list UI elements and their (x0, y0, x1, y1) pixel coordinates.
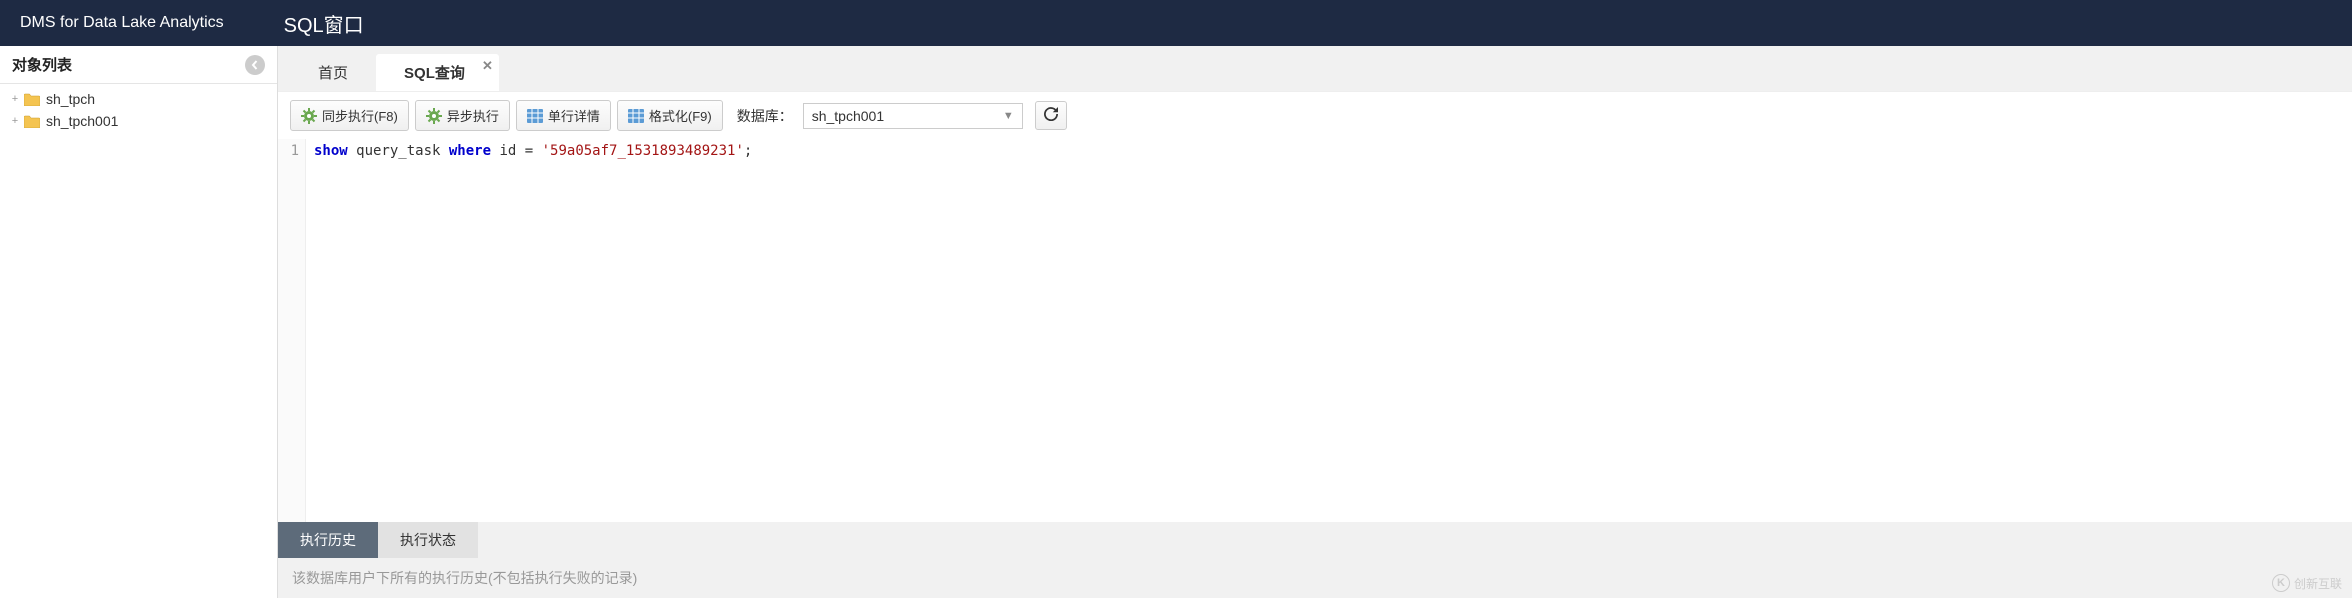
folder-icon (24, 115, 40, 128)
row-detail-button[interactable]: 单行详情 (516, 100, 611, 131)
sidebar-header: 对象列表 (0, 46, 277, 84)
tab-exec-history[interactable]: 执行历史 (278, 522, 378, 558)
sql-keyword: show (314, 143, 348, 159)
status-message: 该数据库用户下所有的执行历史(不包括执行失败的记录) (278, 558, 2352, 598)
sql-editor[interactable]: 1 show query_task where id = '59a05af7_1… (278, 139, 2352, 522)
main-panel: 首页 SQL查询 ✕ 同步执行(F8) 异步执行 (278, 46, 2352, 598)
tree-item[interactable]: + sh_tpch (0, 88, 277, 110)
sql-keyword: where (449, 143, 491, 159)
sync-run-button[interactable]: 同步执行(F8) (290, 100, 409, 131)
toolbar: 同步执行(F8) 异步执行 单行详情 (278, 91, 2352, 139)
refresh-icon (1044, 107, 1058, 121)
button-label: 单行详情 (548, 106, 600, 125)
folder-icon (24, 93, 40, 106)
gear-run-icon (426, 108, 442, 124)
object-tree: + sh_tpch + sh_tpch001 (0, 84, 277, 136)
chevron-down-icon: ▼ (1003, 110, 1014, 122)
button-label: 同步执行(F8) (322, 106, 398, 125)
sql-text: query_task (348, 143, 449, 159)
expand-icon[interactable]: + (8, 93, 22, 105)
button-label: 格式化(F9) (649, 106, 712, 125)
bottom-tabs: 执行历史 执行状态 (278, 522, 2352, 558)
watermark-text: 创新互联 (2294, 575, 2342, 592)
tree-item-label: sh_tpch (46, 91, 95, 107)
sql-punct: ; (744, 143, 752, 159)
sql-text: id = (491, 143, 542, 159)
tab-home[interactable]: 首页 (290, 54, 376, 91)
chevron-left-icon (250, 60, 260, 70)
tree-item[interactable]: + sh_tpch001 (0, 110, 277, 132)
gear-run-icon (301, 108, 317, 124)
brand-label: DMS for Data Lake Analytics (20, 14, 224, 32)
page-title: SQL窗口 (284, 9, 364, 38)
async-run-button[interactable]: 异步执行 (415, 100, 510, 131)
code-content[interactable]: show query_task where id = '59a05af7_153… (306, 139, 760, 522)
refresh-button[interactable] (1035, 101, 1067, 130)
tab-label: SQL查询 (404, 65, 465, 82)
database-label: 数据库： (737, 106, 793, 126)
tabs-bar: 首页 SQL查询 ✕ (278, 46, 2352, 91)
close-icon[interactable]: ✕ (482, 58, 493, 74)
tab-label: 执行状态 (400, 532, 456, 548)
button-label: 异步执行 (447, 106, 499, 125)
database-select[interactable]: sh_tpch001 ▼ (803, 103, 1023, 129)
collapse-sidebar-button[interactable] (245, 55, 265, 75)
app-header: DMS for Data Lake Analytics SQL窗口 (0, 0, 2352, 46)
sql-string: '59a05af7_1531893489231' (542, 143, 744, 159)
sidebar-title: 对象列表 (12, 54, 72, 75)
tab-exec-status[interactable]: 执行状态 (378, 522, 478, 558)
format-button[interactable]: 格式化(F9) (617, 100, 723, 131)
tab-sql-query[interactable]: SQL查询 ✕ (376, 54, 499, 91)
line-gutter: 1 (278, 139, 306, 522)
watermark: K 创新互联 (2272, 574, 2342, 592)
database-value: sh_tpch001 (812, 108, 884, 124)
grid-icon (527, 109, 543, 123)
tab-label: 执行历史 (300, 532, 356, 548)
line-number: 1 (278, 143, 299, 159)
sidebar: 对象列表 + sh_tpch + sh_tpch001 (0, 46, 278, 598)
tab-label: 首页 (318, 65, 348, 82)
watermark-icon: K (2272, 574, 2290, 592)
tree-item-label: sh_tpch001 (46, 113, 118, 129)
grid-icon (628, 109, 644, 123)
expand-icon[interactable]: + (8, 115, 22, 127)
